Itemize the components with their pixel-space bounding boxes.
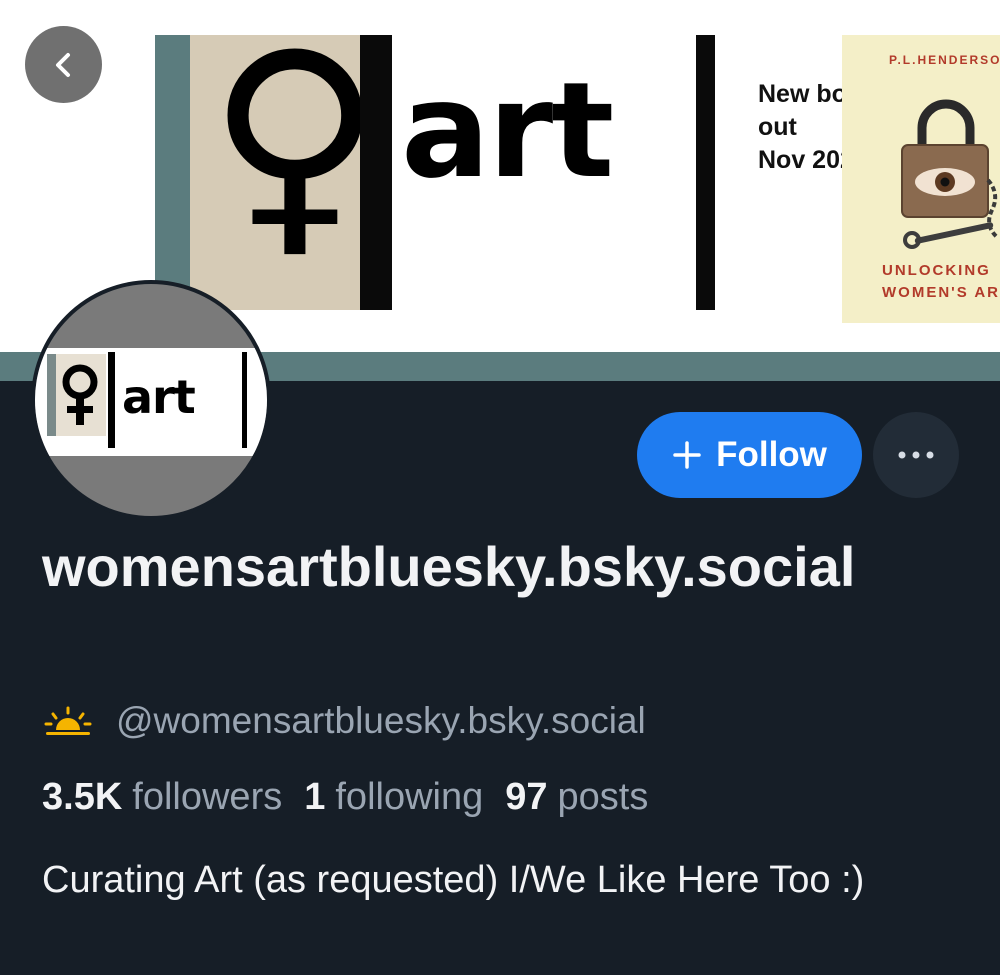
posts-count: 97: [505, 776, 548, 818]
plus-icon: [673, 441, 701, 469]
follow-button[interactable]: Follow: [637, 412, 862, 498]
avatar[interactable]: art: [31, 280, 271, 520]
handle[interactable]: @womensartbluesky.bsky.social: [116, 700, 646, 742]
follow-button-label: Follow: [716, 435, 827, 474]
ellipsis-icon: [898, 451, 934, 459]
posts-label: posts: [557, 776, 649, 818]
book-title: UNLOCKING WOMEN'S AR: [882, 260, 1000, 304]
profile-bio: Curating Art (as requested) I/We Like He…: [42, 859, 865, 901]
sunrise-icon: [44, 706, 92, 735]
banner-logo: ♀ art: [155, 21, 715, 310]
following-count: 1: [304, 776, 326, 818]
handle-row: @womensartbluesky.bsky.social: [42, 697, 646, 745]
more-options-button[interactable]: [873, 412, 959, 498]
profile-stats: 3.5K followers 1 following 97 posts: [42, 772, 648, 822]
avatar-logo-word: art: [122, 370, 196, 424]
followers-label: followers: [132, 776, 283, 818]
posts-stat: 97 posts: [505, 772, 648, 822]
following-stat[interactable]: 1 following: [304, 772, 483, 822]
logo-word: art: [401, 54, 614, 208]
following-label: following: [335, 776, 484, 818]
book-author: P.L.HENDERSON: [889, 53, 1000, 67]
followers-count: 3.5K: [42, 776, 123, 818]
chevron-left-icon: [55, 52, 70, 77]
book-title-line: WOMEN'S AR: [882, 284, 1000, 301]
display-name: womensartbluesky.bsky.social: [42, 535, 856, 598]
logo-teal-bar: [155, 35, 190, 310]
logo-divider-bar: [360, 35, 392, 310]
book-cover: P.L.HENDERSON UNLOCKING WOMEN'S AR: [842, 35, 1000, 323]
book-title-line: UNLOCKING: [882, 262, 991, 279]
followers-stat[interactable]: 3.5K followers: [42, 772, 282, 822]
logo-end-bar: [696, 35, 715, 310]
padlock-eye-icon: [901, 99, 1000, 249]
back-button[interactable]: [25, 26, 102, 103]
female-symbol-icon: ♀: [207, 1, 383, 281]
